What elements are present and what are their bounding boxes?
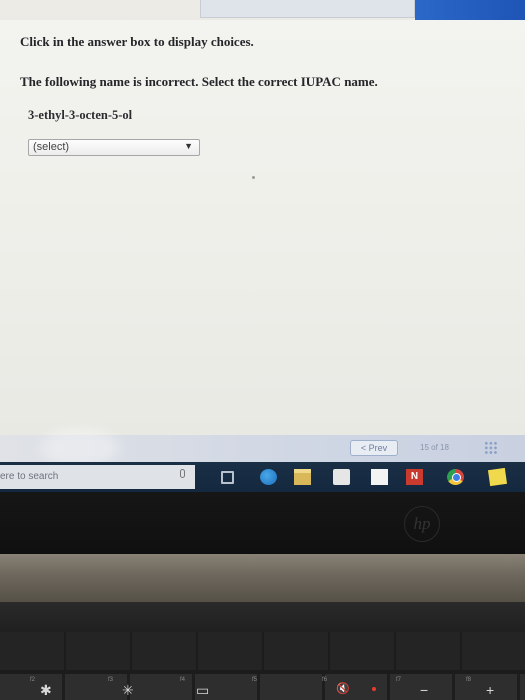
laptop-screen: Click in the answer box to display choic… xyxy=(0,0,525,492)
header-accent-bar xyxy=(415,0,525,20)
select-value: (select) xyxy=(33,141,70,153)
microphone-icon[interactable] xyxy=(180,469,185,478)
sticky-notes-icon[interactable] xyxy=(487,467,508,487)
edge-browser-icon[interactable] xyxy=(260,469,277,485)
search-placeholder: ere to search xyxy=(0,471,59,482)
f6-key[interactable]: f6 xyxy=(322,677,327,683)
navigation-bar: < Prev 15 of 18 xyxy=(0,429,525,467)
laptop-bezel: hp xyxy=(0,492,525,554)
answer-select[interactable]: (select) ▼ xyxy=(28,139,200,156)
number-key-row xyxy=(0,632,525,670)
chrome-browser-icon[interactable] xyxy=(447,469,464,485)
mute-indicator-led xyxy=(372,687,376,691)
f5-key[interactable]: f5 xyxy=(252,677,257,683)
laptop-hinge xyxy=(0,554,525,602)
mail-icon[interactable] xyxy=(371,469,388,485)
question-panel: Click in the answer box to display choic… xyxy=(0,20,525,435)
brightness-up-icon: ✳ xyxy=(122,682,134,698)
hp-logo: hp xyxy=(404,506,440,542)
question-text: The following name is incorrect. Select … xyxy=(20,74,378,89)
f8-key[interactable]: f8 xyxy=(466,677,471,683)
f3-key[interactable]: f3 xyxy=(108,677,113,683)
mouse-cursor-icon xyxy=(252,176,255,179)
mute-icon: 🔇 xyxy=(336,683,350,695)
onenote-icon[interactable]: N xyxy=(406,469,423,485)
task-view-icon[interactable] xyxy=(221,471,234,484)
question-grid-icon[interactable] xyxy=(484,441,498,455)
store-icon[interactable] xyxy=(333,469,350,485)
f4-key[interactable]: f4 xyxy=(180,677,185,683)
prev-button[interactable]: < Prev xyxy=(350,440,398,456)
compound-name: 3-ethyl-3-octen-5-ol xyxy=(28,108,133,122)
volume-up-icon: + xyxy=(486,682,495,698)
f7-key[interactable]: f7 xyxy=(396,677,401,683)
f2-key[interactable]: f2 xyxy=(30,677,35,683)
page-counter: 15 of 18 xyxy=(420,443,449,452)
keyboard-deck: f2 ✱ f3 ✳ f4 ▭ f5 f6 🔇 f7 − f8 + xyxy=(0,602,525,700)
windows-taskbar: ere to search N xyxy=(0,462,525,492)
function-key-row: f2 ✱ f3 ✳ f4 ▭ f5 f6 🔇 f7 − f8 + xyxy=(0,674,525,700)
brightness-down-icon: ✱ xyxy=(40,682,52,698)
file-explorer-icon[interactable] xyxy=(294,469,311,485)
volume-down-icon: − xyxy=(420,682,429,698)
chevron-down-icon: ▼ xyxy=(184,141,193,151)
display-switch-icon: ▭ xyxy=(196,682,210,698)
instruction-text: Click in the answer box to display choic… xyxy=(20,34,254,49)
browser-tab-strip xyxy=(200,0,415,18)
taskbar-search-input[interactable]: ere to search xyxy=(0,465,195,489)
